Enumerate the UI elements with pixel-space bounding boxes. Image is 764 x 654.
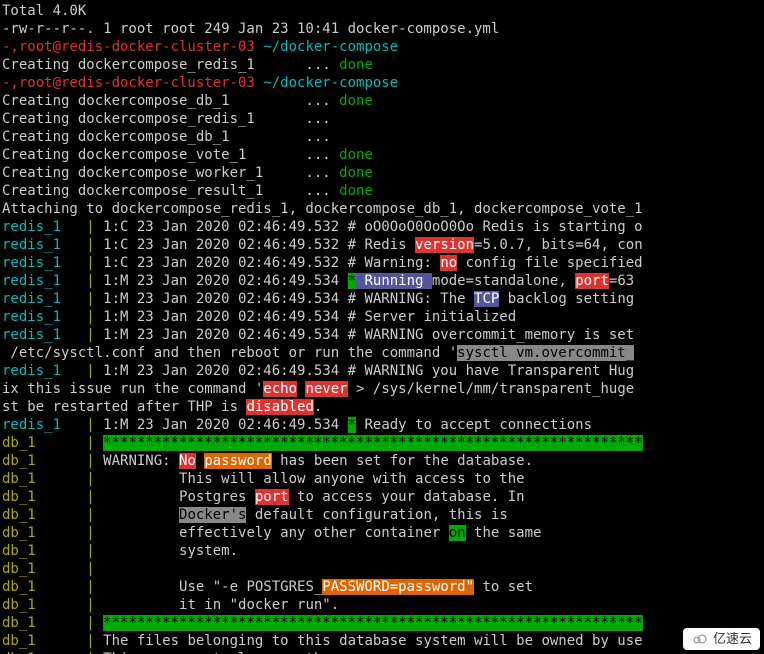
terminal-output: Total 4.0K-rw-r--r--. 1 root root 249 Ja… — [0, 0, 764, 654]
watermark-text: 亿速云 — [713, 630, 752, 648]
watermark-logo: 亿速云 — [683, 628, 760, 650]
